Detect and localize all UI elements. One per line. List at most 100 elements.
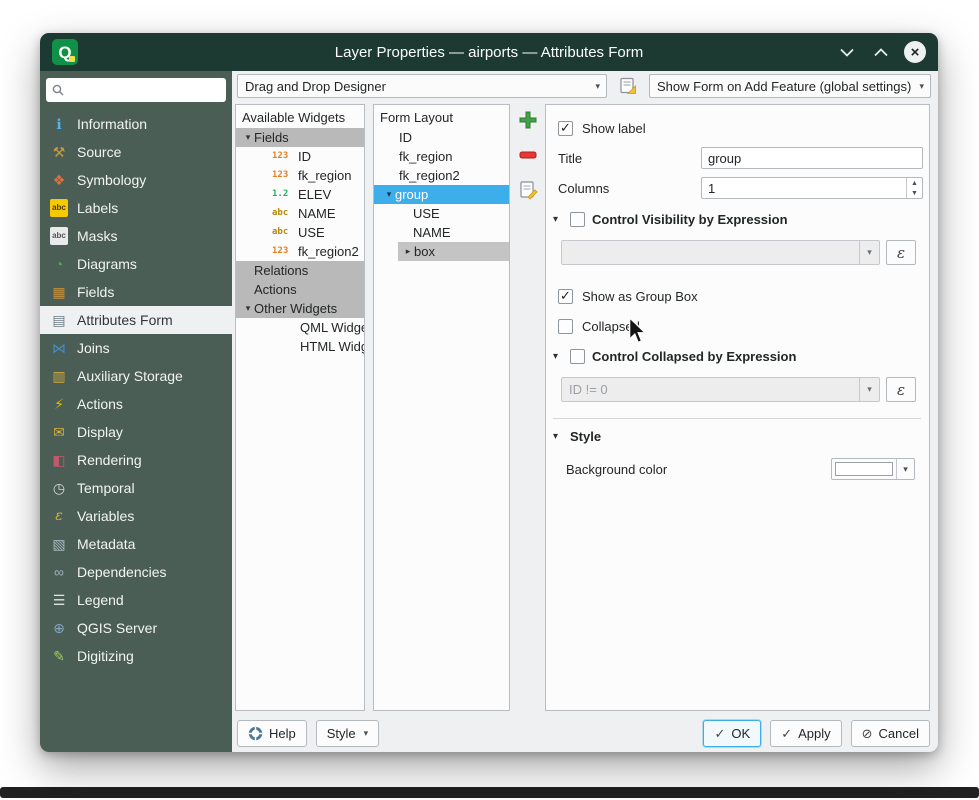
chevron-down-icon: ▾ [859,378,879,401]
sidebar-item-rendering[interactable]: ◧Rendering [40,446,232,474]
tree-item-relations[interactable]: Relations [236,261,364,280]
search-icon [52,84,64,96]
style-menu-button[interactable]: Style ▾ [316,720,379,747]
spin-down-icon[interactable]: ▼ [907,188,922,198]
layout-item-fk-region[interactable]: fk_region [374,147,509,166]
sidebar-item-temporal[interactable]: ◷ Temporal [40,474,232,502]
apply-button[interactable]: ✓ Apply [770,720,841,747]
layout-item-group-selected[interactable]: ▾group [374,185,509,204]
collapsed-expression-builder-button[interactable]: ε [886,377,916,402]
field-type-icon: 1.2 [272,185,294,204]
legend-icon: ☰ [50,591,68,609]
collapse-triangle-icon[interactable]: ▾ [553,351,563,362]
expand-triangle-icon[interactable]: ▾ [383,185,395,204]
form-page-icon [619,77,637,95]
collapsed-expression-combo[interactable]: ID != 0 ▾ [561,377,880,402]
layout-item-name[interactable]: NAME [374,223,509,242]
sidebar-item-qgis-server[interactable]: ⊕QGIS Server [40,614,232,642]
visibility-section-title: Control Visibility by Expression [592,212,788,227]
actions-icon: ⚡ [50,395,68,413]
add-widget-button[interactable] [516,108,540,132]
tree-item-name[interactable]: abcNAME [236,204,364,223]
spin-up-icon[interactable]: ▲ [907,178,922,188]
sidebar-item-source[interactable]: ⚒Source [40,138,232,166]
help-button[interactable]: Help [237,720,307,747]
collapsed-expression-checkbox[interactable] [570,349,585,364]
title-label: Title [558,151,701,166]
tree-item-fk-region[interactable]: 123fk_region [236,166,364,185]
edit-widget-button[interactable] [516,178,540,202]
available-widgets-panel: Available Widgets ▾Fields 123ID 123fk_re… [235,104,365,711]
maximize-button[interactable] [870,41,892,63]
tree-item-actions[interactable]: Actions [236,280,364,299]
tree-item-qml-widget[interactable]: QML Widget [236,318,364,337]
sidebar-item-actions[interactable]: ⚡ Actions [40,390,232,418]
show-group-box-checkbox[interactable] [558,289,573,304]
epsilon-icon: ε [897,244,905,262]
expand-triangle-icon[interactable]: ▾ [242,299,254,318]
sidebar-item-symbology[interactable]: ❖Symbology [40,166,232,194]
remove-widget-button[interactable] [516,143,540,167]
ok-button[interactable]: ✓ OK [703,720,761,747]
layout-item-fk-region2[interactable]: fk_region2 [374,166,509,185]
sidebar-item-variables[interactable]: εVariables [40,502,232,530]
show-label-checkbox[interactable] [558,121,573,136]
collapse-triangle-icon[interactable]: ▾ [553,431,563,442]
sidebar-item-label: Digitizing [77,648,134,664]
visibility-expression-combo[interactable]: ▾ [561,240,880,265]
visibility-expression-builder-button[interactable]: ε [886,240,916,265]
sidebar-item-information[interactable]: ℹInformation [40,110,232,138]
sidebar-item-joins[interactable]: ⋈Joins [40,334,232,362]
tree-item-elev[interactable]: 1.2ELEV [236,185,364,204]
sidebar-item-legend[interactable]: ☰Legend [40,586,232,614]
sidebar-item-diagrams[interactable]: ◔Diagrams [40,250,232,278]
collapse-triangle-icon[interactable]: ▸ [402,242,414,261]
chevron-down-icon: ▾ [364,728,369,739]
sidebar-item-label: Actions [77,396,123,412]
tree-item-use[interactable]: abcUSE [236,223,364,242]
sidebar-nav: ℹInformation ⚒Source ❖Symbology abcLabel… [40,108,232,752]
tree-item-id[interactable]: 123ID [236,147,364,166]
visibility-expression-checkbox[interactable] [570,212,585,227]
collapsed-text: Collapsed [582,319,640,334]
tree-item-fk-region2[interactable]: 123fk_region2 [236,242,364,261]
sidebar-item-label: Temporal [77,480,135,496]
tree-item-fields[interactable]: ▾Fields [236,128,364,147]
collapse-triangle-icon[interactable]: ▾ [553,214,563,225]
sidebar-item-labels[interactable]: abcLabels [40,194,232,222]
rendering-icon: ◧ [50,451,68,469]
layout-item-id[interactable]: ID [374,128,509,147]
collapsed-checkbox[interactable] [558,319,573,334]
sidebar-item-attributes-form[interactable]: ▤Attributes Form [40,306,232,334]
columns-spinbox[interactable] [701,177,923,199]
shade-button[interactable] [836,41,858,63]
sidebar-item-masks[interactable]: abcMasks [40,222,232,250]
sidebar-item-fields[interactable]: ▦Fields [40,278,232,306]
sidebar-item-auxiliary-storage[interactable]: ▥Auxiliary Storage [40,362,232,390]
designer-select[interactable]: Drag and Drop Designer ▾ [237,74,607,98]
masks-icon: abc [50,227,68,245]
sidebar-item-dependencies[interactable]: ∞Dependencies [40,558,232,586]
form-open-select[interactable]: Show Form on Add Feature (global setting… [649,74,931,98]
attributes-form-toolbar: Drag and Drop Designer ▾ Show Form on Ad… [232,71,938,101]
expand-triangle-icon[interactable]: ▾ [242,128,254,147]
show-label-text: Show label [582,121,646,136]
sidebar-item-metadata[interactable]: ▧Metadata [40,530,232,558]
cancel-button[interactable]: ⊘ Cancel [851,720,930,747]
cancel-icon: ⊘ [862,727,873,740]
sidebar-search-input[interactable] [69,83,220,98]
temporal-icon: ◷ [50,479,68,497]
epsilon-icon: ε [897,381,905,399]
layout-item-box[interactable]: ▸box [398,242,509,261]
titlebar[interactable]: Q Layer Properties — airports — Attribut… [40,33,938,71]
tree-item-html-widget[interactable]: HTML Widget [236,337,364,356]
sidebar-item-digitizing[interactable]: ✎Digitizing [40,642,232,670]
form-settings-button[interactable] [615,74,641,98]
close-button[interactable]: × [904,41,926,63]
sidebar-item-display[interactable]: ✉Display [40,418,232,446]
help-lifebuoy-icon [248,726,263,741]
background-color-button[interactable]: ▾ [831,458,915,480]
tree-item-other-widgets[interactable]: ▾Other Widgets [236,299,364,318]
layout-item-use[interactable]: USE [374,204,509,223]
title-input[interactable] [701,147,923,169]
